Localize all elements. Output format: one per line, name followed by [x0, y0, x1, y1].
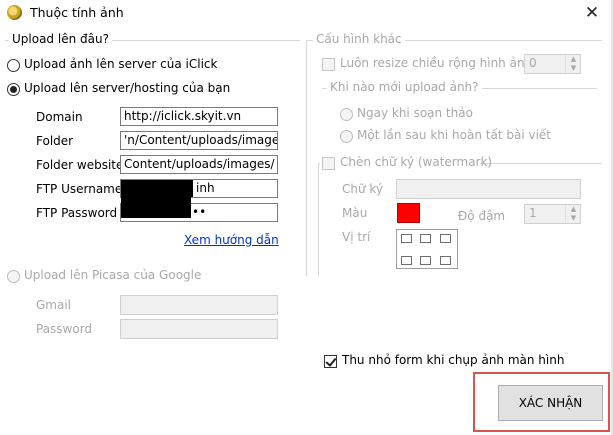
radio-when-finish-label[interactable]: Một lần sau khi hoàn tất bài viết	[357, 128, 551, 142]
position-top-right[interactable]	[440, 234, 451, 243]
position-top-center[interactable]	[420, 234, 431, 243]
opacity-label: Độ đậm	[458, 209, 506, 223]
radio-upload-picasa[interactable]	[7, 270, 20, 283]
confirm-button[interactable]: XÁC NHẬN	[498, 385, 603, 421]
minimize-checkbox[interactable]	[324, 355, 337, 368]
radio-when-compose[interactable]	[340, 108, 353, 121]
resize-checkbox[interactable]	[322, 58, 335, 71]
app-icon	[7, 5, 22, 20]
guide-link[interactable]: Xem hướng dẫn	[184, 233, 279, 247]
radio-upload-hosting[interactable]	[7, 83, 20, 96]
signature-label: Chữ ký	[342, 182, 384, 196]
gmail-input[interactable]	[120, 295, 278, 315]
folder-input[interactable]: 'n/Content/uploads/images/	[120, 131, 278, 150]
gmail-label: Gmail	[36, 298, 72, 312]
position-bottom-left[interactable]	[401, 256, 412, 265]
upload-group-title: Upload lên đâu?	[9, 32, 112, 46]
password-label: Password	[36, 322, 93, 336]
resize-width-spinner[interactable]: 0 ▲ ▼	[524, 54, 581, 74]
position-label: Vị trí	[342, 230, 371, 244]
spin-up-icon[interactable]: ▲	[566, 55, 581, 64]
watermark-group-left-border	[318, 163, 319, 276]
color-label: Màu	[342, 206, 368, 220]
minimize-label[interactable]: Thu nhỏ form khi chụp ảnh màn hình	[342, 353, 564, 367]
spin-down-icon[interactable]: ▼	[566, 214, 581, 223]
close-icon[interactable]: ✕	[578, 1, 606, 25]
color-swatch[interactable]	[397, 203, 420, 223]
opacity-spinner[interactable]: 1 ▲ ▼	[524, 204, 581, 224]
radio-upload-iclick-label[interactable]: Upload ảnh lên server của iClick	[24, 57, 217, 71]
resize-spinner-buttons[interactable]: ▲ ▼	[565, 55, 580, 73]
password-input[interactable]	[120, 319, 278, 339]
redaction-password	[121, 190, 191, 218]
watermark-checkbox[interactable]	[322, 157, 335, 170]
window-title: Thuộc tính ảnh	[30, 5, 124, 20]
radio-when-finish[interactable]	[340, 130, 353, 143]
watermark-label[interactable]: Chèn chữ ký (watermark)	[340, 155, 492, 169]
radio-when-compose-label[interactable]: Ngay khi soạn thảo	[357, 106, 473, 120]
ftp-username-label: FTP Username	[36, 182, 123, 196]
when-group-title: Khi nào mới upload ảnh?	[327, 80, 482, 94]
config-group-title: Cấu hình khác	[313, 32, 405, 46]
position-top-left[interactable]	[401, 234, 412, 243]
domain-input[interactable]: http://iclick.skyit.vn	[120, 107, 278, 126]
position-bottom-right[interactable]	[440, 256, 451, 265]
position-bottom-center[interactable]	[420, 256, 431, 265]
radio-upload-hosting-label[interactable]: Upload lên server/hosting của bạn	[24, 81, 230, 95]
signature-input[interactable]	[396, 179, 581, 199]
domain-label: Domain	[36, 110, 83, 124]
radio-upload-picasa-label[interactable]: Upload lên Picasa của Google	[24, 268, 201, 282]
ftp-password-label: FTP Password	[36, 206, 118, 220]
folder-label: Folder	[36, 134, 74, 148]
radio-upload-iclick[interactable]	[7, 59, 20, 72]
opacity-spinner-buttons[interactable]: ▲ ▼	[565, 205, 580, 223]
resize-label[interactable]: Luôn resize chiều rộng hình ảnh	[340, 56, 532, 70]
folder-website-input[interactable]: Content/uploads/images/	[120, 155, 278, 174]
spin-up-icon[interactable]: ▲	[566, 205, 581, 214]
folder-website-label: Folder website	[36, 158, 124, 172]
spin-down-icon[interactable]: ▼	[566, 64, 581, 73]
config-group-left-border	[306, 40, 307, 276]
